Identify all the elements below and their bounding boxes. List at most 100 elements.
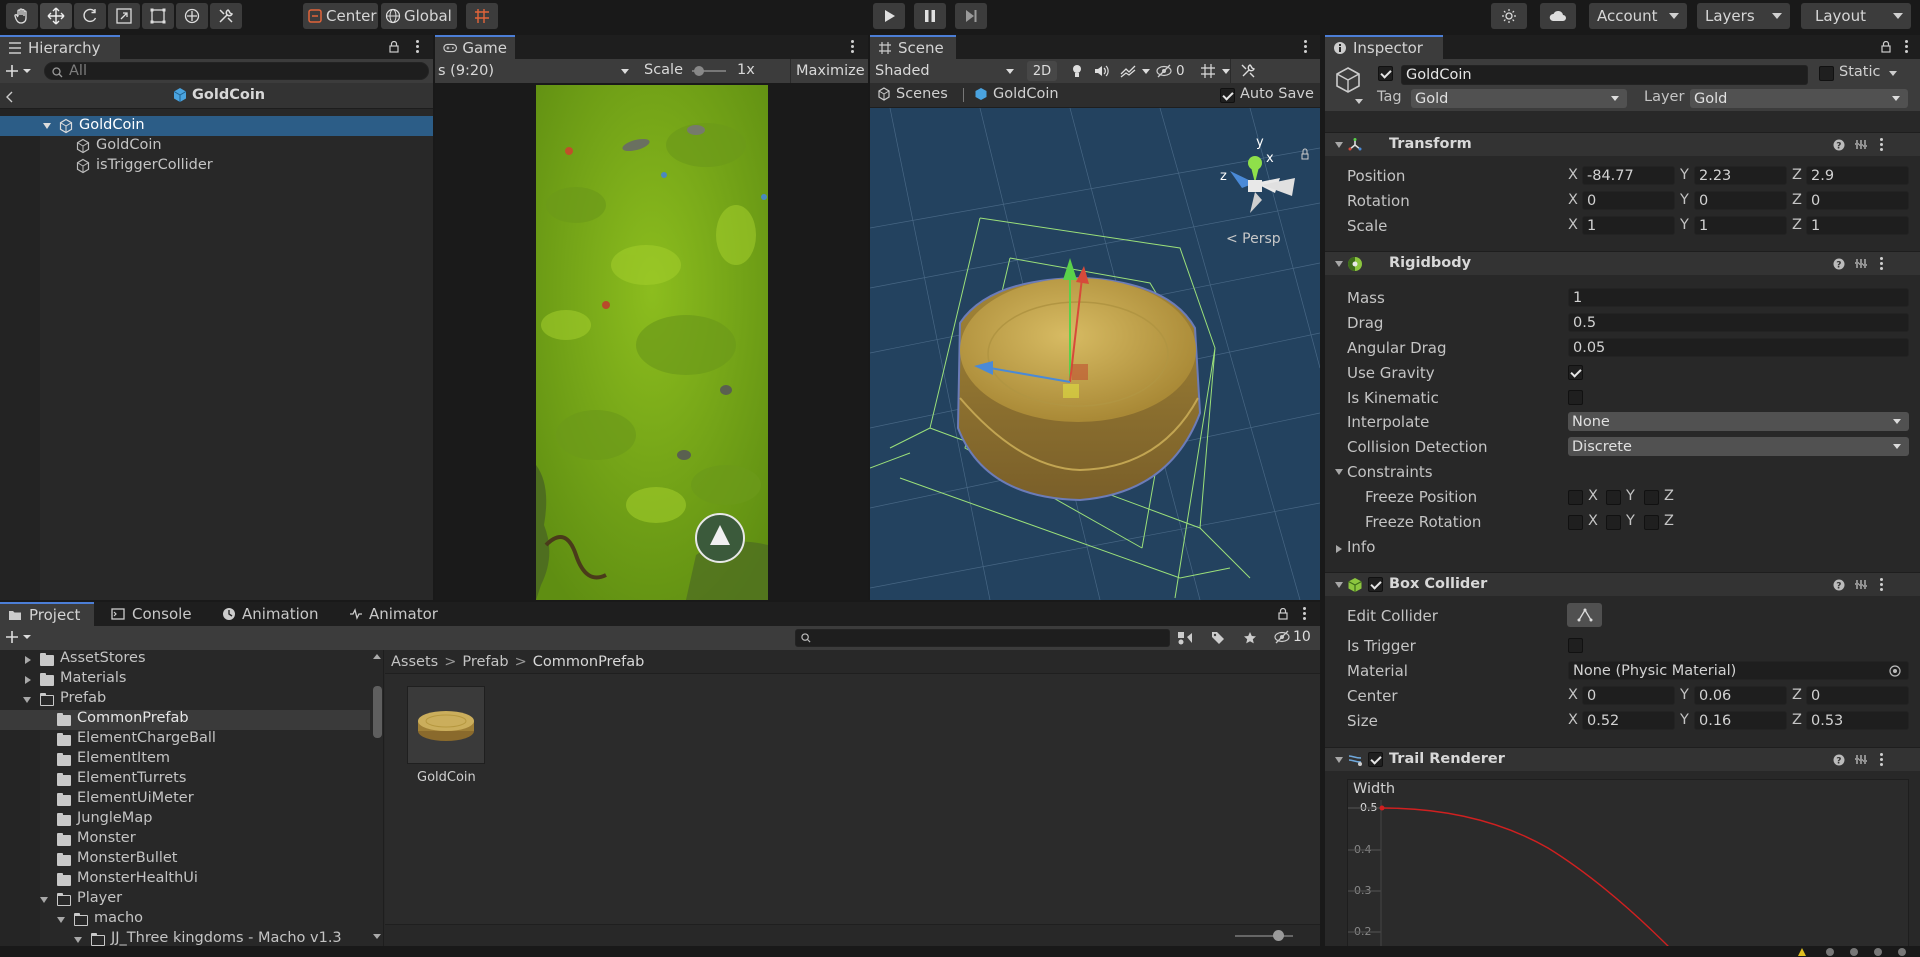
account-dropdown[interactable]: Account (1589, 3, 1687, 29)
collapse-arrow-icon[interactable] (1335, 757, 1343, 763)
project-search-input[interactable] (795, 629, 1170, 647)
shading-dropdown[interactable]: Shaded (875, 59, 1020, 83)
back-chevron-icon[interactable] (6, 91, 14, 103)
create-button[interactable] (6, 62, 40, 80)
breadcrumb-assets[interactable]: Assets (391, 654, 438, 670)
custom-tools-button[interactable] (210, 3, 242, 29)
scale-slider[interactable] (692, 66, 726, 76)
breadcrumb-prefab[interactable]: Prefab (462, 654, 508, 670)
folder-row[interactable]: Player (0, 890, 370, 910)
pause-button[interactable] (914, 3, 946, 29)
hidden-objects-toggle[interactable]: 0 (1155, 61, 1197, 81)
component-menu-icon[interactable] (1880, 578, 1884, 592)
angular-drag-field[interactable]: 0.05 (1568, 338, 1909, 357)
trail-renderer-header[interactable]: Trail Renderer ? (1325, 747, 1920, 771)
tab-hierarchy[interactable]: Hierarchy (0, 35, 120, 59)
scale-y-field[interactable]: 1 (1694, 216, 1787, 235)
freeze-rotation-x-checkbox[interactable] (1568, 515, 1583, 530)
scale-x-field[interactable]: 1 (1582, 216, 1675, 235)
favorite-star-icon[interactable] (1243, 631, 1257, 645)
preset-icon[interactable] (1855, 754, 1867, 766)
cloud-button[interactable] (1540, 3, 1576, 29)
icon-size-slider-thumb[interactable] (1273, 930, 1284, 941)
grid-toggle-icon[interactable] (1200, 63, 1216, 79)
breadcrumb-scenes[interactable]: Scenes (877, 86, 948, 102)
scale-tool-button[interactable] (108, 3, 140, 29)
rotation-z-field[interactable]: 0 (1806, 191, 1909, 210)
folder-row[interactable]: Prefab (0, 690, 370, 710)
tab-animator[interactable]: Animator (341, 602, 446, 626)
static-checkbox[interactable] (1819, 66, 1834, 81)
collapse-arrow-icon[interactable] (1335, 261, 1343, 267)
expand-arrow-icon[interactable] (25, 656, 31, 664)
help-icon[interactable]: ? (1833, 258, 1845, 270)
object-name-field[interactable]: GoldCoin (1401, 65, 1808, 85)
freeze-position-x-checkbox[interactable] (1568, 490, 1583, 505)
step-button[interactable] (955, 3, 987, 29)
tab-game[interactable]: Game (435, 35, 515, 59)
audio-icon[interactable] (1094, 64, 1110, 78)
move-tool-button[interactable] (40, 3, 72, 29)
rotation-x-field[interactable]: 0 (1582, 191, 1675, 210)
folder-tree-scroll-thumb[interactable] (373, 686, 382, 738)
is-kinematic-checkbox[interactable] (1568, 390, 1583, 405)
play-button[interactable] (873, 3, 905, 29)
component-menu-icon[interactable] (1880, 138, 1884, 152)
project-create-button[interactable] (6, 630, 40, 646)
collapse-arrow-icon[interactable] (57, 917, 65, 923)
layers-dropdown[interactable]: Layers (1697, 3, 1790, 29)
scale-z-field[interactable]: 1 (1806, 216, 1909, 235)
transform-header[interactable]: Transform ? (1325, 132, 1920, 156)
lock-icon[interactable] (1278, 608, 1288, 620)
folder-row[interactable]: JungleMap (0, 810, 370, 830)
hierarchy-search-input[interactable]: All (44, 62, 429, 80)
lighting-icon[interactable] (1070, 64, 1084, 78)
pivot-space-button[interactable]: Global (381, 3, 457, 29)
edit-collider-button[interactable] (1567, 603, 1602, 627)
folder-row[interactable]: MonsterHealthUi (0, 870, 370, 890)
resolution-dropdown[interactable]: s (9:20) (438, 59, 635, 83)
tab-console[interactable]: Console (103, 602, 200, 626)
inspector-menu-icon[interactable] (1905, 40, 1909, 54)
hierarchy-menu-icon[interactable] (416, 40, 420, 54)
folder-row[interactable]: AssetStores (0, 650, 370, 670)
hierarchy-row-child[interactable]: GoldCoin (0, 136, 433, 156)
lock-icon[interactable] (389, 41, 399, 53)
scene-tools-icon[interactable] (1240, 63, 1256, 79)
folder-row[interactable]: JJ_Three kingdoms - Macho v1.3 (0, 930, 370, 946)
tab-scene[interactable]: Scene (870, 35, 956, 59)
rect-tool-button[interactable] (142, 3, 174, 29)
preset-icon[interactable] (1855, 579, 1867, 591)
center-y-field[interactable]: 0.06 (1694, 686, 1787, 705)
folder-row[interactable]: Materials (0, 670, 370, 690)
preset-icon[interactable] (1855, 258, 1867, 270)
tab-project[interactable]: Project (0, 602, 94, 626)
effects-dropdown-icon[interactable] (1142, 69, 1150, 74)
collapse-arrow-icon[interactable] (1335, 582, 1343, 588)
rotation-y-field[interactable]: 0 (1694, 191, 1787, 210)
collapse-arrow-icon[interactable] (74, 937, 82, 943)
size-x-field[interactable]: 0.52 (1582, 711, 1675, 730)
asset-item[interactable] (407, 686, 485, 764)
active-checkbox[interactable] (1378, 66, 1393, 81)
collab-button[interactable] (1491, 3, 1527, 29)
folder-row[interactable]: macho (0, 910, 370, 930)
component-menu-icon[interactable] (1880, 257, 1884, 271)
position-y-field[interactable]: 2.23 (1694, 166, 1787, 185)
freeze-rotation-y-checkbox[interactable] (1606, 515, 1621, 530)
folder-row[interactable]: ElementChargeBall (0, 730, 370, 750)
icon-dropdown-icon[interactable] (1355, 99, 1363, 104)
help-icon[interactable]: ? (1833, 754, 1845, 766)
position-z-field[interactable]: 2.9 (1806, 166, 1909, 185)
layer-dropdown[interactable]: Gold (1690, 89, 1908, 108)
search-by-label-icon[interactable] (1211, 631, 1225, 645)
hierarchy-row-root[interactable]: GoldCoin (0, 116, 433, 136)
preset-icon[interactable] (1855, 139, 1867, 151)
material-field[interactable]: None (Physic Material) (1568, 661, 1909, 680)
effects-icon[interactable] (1120, 64, 1136, 78)
maximize-button[interactable]: Maximize (790, 59, 868, 83)
is-trigger-checkbox[interactable] (1568, 638, 1583, 653)
scene-menu-icon[interactable] (1304, 40, 1308, 54)
static-dropdown-icon[interactable] (1889, 71, 1897, 76)
folder-row[interactable]: MonsterBullet (0, 850, 370, 870)
